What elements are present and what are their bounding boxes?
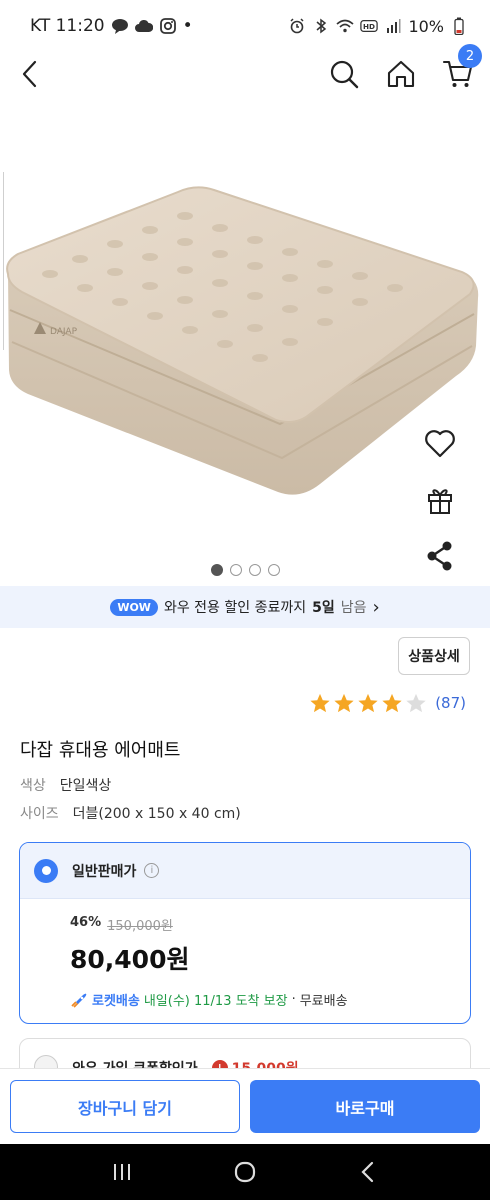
discount-row: 46% 150,000원 (70, 915, 470, 934)
bluetooth-icon (312, 17, 330, 35)
purchase-bar: 장바구니 담기 바로구매 (0, 1068, 490, 1144)
home-nav-button[interactable] (225, 1152, 265, 1192)
hd-icon: HD (360, 17, 379, 35)
wishlist-button[interactable] (420, 424, 460, 464)
free-shipping: 무료배송 (299, 994, 348, 1009)
original-price: 150,000원 (107, 919, 173, 934)
back-arrow-icon (361, 1161, 374, 1183)
product-detail-button[interactable]: 상품상세 (398, 637, 470, 675)
battery-icon (450, 17, 468, 35)
cloud-icon (134, 17, 153, 35)
star-icon-filled (358, 693, 378, 713)
rocket-delivery-label: 로켓배송 (92, 994, 140, 1009)
rocket-icon (71, 993, 87, 1008)
star-icon-empty (406, 693, 426, 713)
status-right: HD 10% (288, 17, 468, 36)
svg-text:HD: HD (363, 22, 375, 31)
home-icon (387, 60, 415, 88)
signal-icon (384, 17, 402, 35)
home-button[interactable] (377, 52, 425, 96)
gift-icon (428, 489, 452, 514)
status-dot: • (182, 16, 193, 36)
buy-now-button[interactable]: 바로구매 (250, 1080, 480, 1133)
back-icon (22, 60, 37, 88)
search-button[interactable] (320, 52, 368, 96)
carousel-dot-3[interactable] (248, 564, 261, 576)
option-color: 색상 단일색상 (20, 775, 111, 795)
star-icon-filled (310, 693, 330, 713)
alarm-icon (288, 17, 306, 35)
info-icon[interactable]: i (144, 863, 160, 878)
back-nav-button[interactable] (348, 1152, 388, 1192)
price-card-header: 일반판매가 i (20, 843, 470, 899)
add-to-cart-button[interactable]: 장바구니 담기 (10, 1080, 240, 1133)
gift-button[interactable] (420, 480, 460, 520)
wow-promo-banner[interactable]: WOW 와우 전용 할인 종료까지 5일 남음 › (0, 586, 490, 628)
chevron-right-icon: › (372, 596, 380, 618)
heart-icon (425, 430, 455, 458)
price-option-label: 일반판매가 (72, 863, 137, 880)
radio-selected[interactable] (34, 858, 58, 883)
status-left: KT 11:20 • (30, 16, 193, 36)
promo-suffix: 남음 (340, 600, 367, 616)
promo-days: 5일 (312, 600, 335, 616)
brand-logo-text: DAJAP (50, 327, 78, 337)
delivery-date: 내일(수) 11/13 도착 보장 (143, 994, 288, 1009)
sale-price: 80,400원 (70, 945, 190, 974)
option-value: 단일색상 (59, 778, 112, 794)
battery-percent: 10% (408, 16, 444, 36)
regular-price-option[interactable]: 일반판매가 i 46% 150,000원 80,400원 로켓배송 내일(수) … (19, 842, 471, 1024)
carousel-dot-1[interactable] (210, 564, 223, 576)
option-value: 더블(200 x 150 x 40 cm) (72, 806, 241, 822)
carousel-prev-hint (0, 172, 4, 350)
discount-rate: 46% (70, 915, 102, 930)
recent-apps-icon (113, 1164, 130, 1180)
promo-text: 와우 전용 할인 종료까지 (163, 600, 307, 616)
carrier-time: KT 11:20 (30, 16, 105, 36)
wow-badge: WOW (110, 598, 158, 616)
carousel-dots (0, 564, 490, 576)
back-button[interactable] (6, 52, 54, 96)
search-icon (330, 60, 359, 89)
side-actions (412, 424, 468, 576)
status-bar: KT 11:20 • HD 10% (0, 0, 490, 52)
top-nav: 2 (0, 44, 490, 114)
separator: · (291, 992, 296, 1007)
star-icon-filled (382, 693, 402, 713)
price-body: 46% 150,000원 80,400원 로켓배송 내일(수) 11/13 도착… (20, 899, 470, 1009)
carousel-dot-4[interactable] (267, 564, 280, 576)
rating[interactable]: (87) (309, 692, 466, 714)
option-size: 사이즈 더블(200 x 150 x 40 cm) (20, 803, 241, 823)
product-title: 다잡 휴대용 에어매트 (20, 740, 181, 761)
home-circle-icon (234, 1161, 256, 1183)
android-nav-bar (0, 1144, 490, 1200)
recent-apps-button[interactable] (102, 1152, 142, 1192)
cart-button[interactable]: 2 (434, 44, 482, 96)
option-label: 색상 (20, 778, 46, 794)
wifi-icon (336, 17, 354, 35)
talk-icon (111, 17, 129, 35)
star-icon-filled (334, 693, 354, 713)
instagram-icon (159, 17, 177, 35)
delivery-info: 로켓배송 내일(수) 11/13 도착 보장 · 무료배송 (70, 990, 470, 1009)
cart-count-badge: 2 (458, 44, 482, 68)
review-count[interactable]: (87) (435, 694, 466, 712)
option-label: 사이즈 (20, 806, 59, 822)
carousel-dot-2[interactable] (229, 564, 242, 576)
